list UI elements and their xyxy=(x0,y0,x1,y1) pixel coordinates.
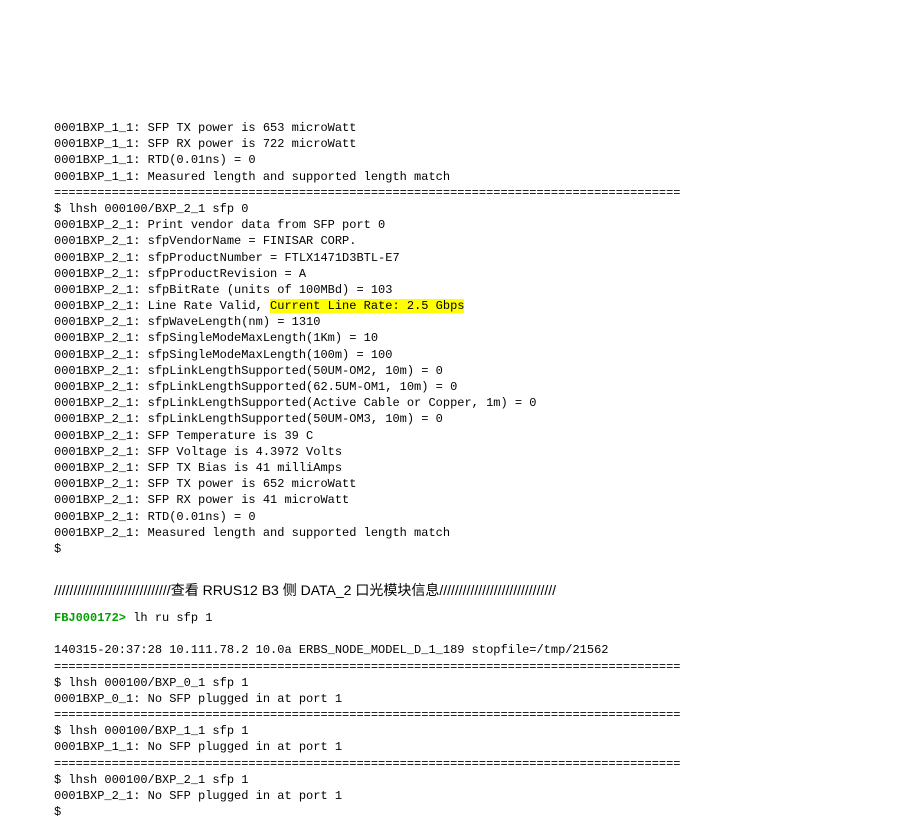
line: 0001BXP_0_1: No SFP plugged in at port 1 xyxy=(54,692,342,706)
line: 0001BXP_2_1: No SFP plugged in at port 1 xyxy=(54,789,342,803)
line: 0001BXP_1_1: No SFP plugged in at port 1 xyxy=(54,740,342,754)
line: 0001BXP_2_1: sfpLinkLengthSupported(50UM… xyxy=(54,412,443,426)
command-line: $ lhsh 000100/BXP_2_1 sfp 0 xyxy=(54,202,248,216)
command-line: $ lhsh 000100/BXP_2_1 sfp 1 xyxy=(54,773,248,787)
line: 0001BXP_2_1: sfpSingleModeMaxLength(100m… xyxy=(54,348,392,362)
line: 0001BXP_2_1: SFP Temperature is 39 C xyxy=(54,429,313,443)
line: 0001BXP_2_1: sfpProductRevision = A xyxy=(54,267,306,281)
separator: ========================================… xyxy=(54,660,681,674)
line: 0001BXP_2_1: SFP Voltage is 4.3972 Volts xyxy=(54,445,342,459)
prompt-end: $ xyxy=(54,542,61,556)
line: 0001BXP_2_1: sfpVendorName = FINISAR COR… xyxy=(54,234,356,248)
prompt-hostname: FBJ000172> xyxy=(54,611,126,625)
line: 0001BXP_1_1: RTD(0.01ns) = 0 xyxy=(54,153,256,167)
line: 0001BXP_2_1: sfpLinkLengthSupported(Acti… xyxy=(54,396,536,410)
timestamp-line: 140315-20:37:28 10.111.78.2 10.0a ERBS_N… xyxy=(54,643,609,657)
line: 0001BXP_2_1: Print vendor data from SFP … xyxy=(54,218,385,232)
terminal-page: 0001BXP_1_1: SFP TX power is 653 microWa… xyxy=(0,0,920,711)
blank-line xyxy=(54,627,61,641)
highlighted-text: Current Line Rate: 2.5 Gbps xyxy=(270,299,464,313)
line: 0001BXP_2_1: Measured length and support… xyxy=(54,526,450,540)
line: 0001BXP_1_1: Measured length and support… xyxy=(54,170,450,184)
prompt-end: $ xyxy=(54,805,61,819)
command-line: $ lhsh 000100/BXP_0_1 sfp 1 xyxy=(54,676,248,690)
separator: ========================================… xyxy=(54,757,681,771)
separator: ========================================… xyxy=(54,708,681,722)
line: 0001BXP_2_1: sfpWaveLength(nm) = 1310 xyxy=(54,315,320,329)
line: 0001BXP_2_1: SFP TX Bias is 41 milliAmps xyxy=(54,461,342,475)
prompt-command: lh ru sfp 1 xyxy=(126,611,212,625)
line: 0001BXP_2_1: SFP TX power is 652 microWa… xyxy=(54,477,356,491)
command-line: $ lhsh 000100/BXP_1_1 sfp 1 xyxy=(54,724,248,738)
line: 0001BXP_2_1: SFP RX power is 41 microWat… xyxy=(54,493,349,507)
line: 0001BXP_1_1: SFP TX power is 653 microWa… xyxy=(54,121,356,135)
line: 0001BXP_2_1: sfpLinkLengthSupported(62.5… xyxy=(54,380,457,394)
line: 0001BXP_2_1: sfpBitRate (units of 100MBd… xyxy=(54,283,392,297)
line: 0001BXP_2_1: Line Rate Valid, xyxy=(54,299,270,313)
line: 0001BXP_2_1: sfpLinkLengthSupported(50UM… xyxy=(54,364,443,378)
line: 0001BXP_2_1: sfpSingleModeMaxLength(1Km)… xyxy=(54,331,378,345)
line: 0001BXP_2_1: sfpProductNumber = FTLX1471… xyxy=(54,251,400,265)
section-title: //////////////////////////////查看 RRUS12 … xyxy=(54,581,866,600)
line: 0001BXP_1_1: SFP RX power is 722 microWa… xyxy=(54,137,356,151)
separator: ========================================… xyxy=(54,186,681,200)
line: 0001BXP_2_1: RTD(0.01ns) = 0 xyxy=(54,510,256,524)
